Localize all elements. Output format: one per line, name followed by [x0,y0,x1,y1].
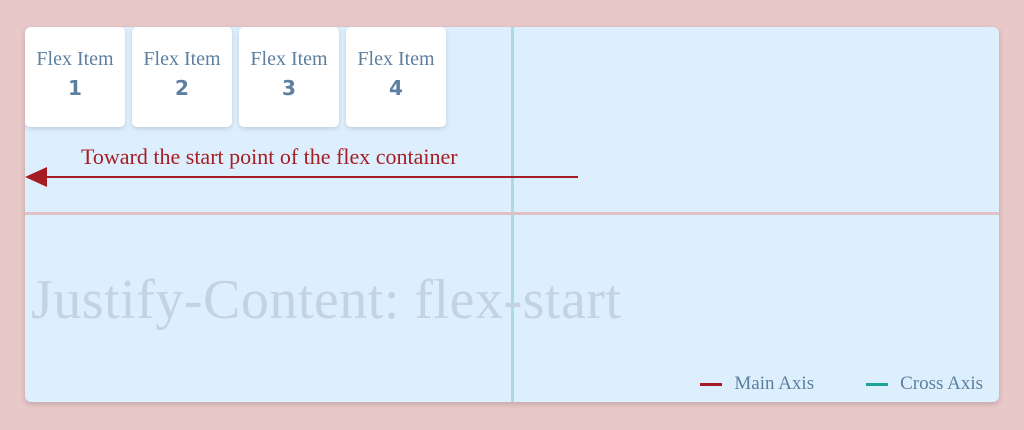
main-axis-line [25,212,999,215]
axis-legend: Main Axis Cross Axis [700,373,983,395]
legend-cross-axis-label: Cross Axis [900,373,983,394]
legend-main-axis: Main Axis [700,373,814,395]
flex-item-number: 1 [68,76,82,100]
flex-item-3: Flex Item 3 [239,27,339,127]
flex-item-1: Flex Item 1 [25,27,125,127]
flex-item-number: 2 [175,76,189,100]
cross-axis-swatch [866,382,889,386]
flex-item-label: Flex Item [143,48,221,70]
main-axis-swatch [700,382,723,386]
justify-content-watermark: Justify-Content: flex-start [31,269,622,331]
flex-item-label: Flex Item [250,48,328,70]
legend-main-axis-label: Main Axis [734,373,815,394]
flex-item-2: Flex Item 2 [132,27,232,127]
flex-item-4: Flex Item 4 [346,27,446,127]
flex-container: Justify-Content: flex-start Flex Item 1 … [25,27,999,402]
flex-item-label: Flex Item [357,48,435,70]
flex-items-row: Flex Item 1 Flex Item 2 Flex Item 3 Flex… [25,27,446,127]
legend-cross-axis: Cross Axis [866,373,983,395]
flex-item-number: 4 [389,76,403,100]
arrow-left-icon [25,167,578,187]
flex-item-number: 3 [282,76,296,100]
flex-item-label: Flex Item [36,48,114,70]
